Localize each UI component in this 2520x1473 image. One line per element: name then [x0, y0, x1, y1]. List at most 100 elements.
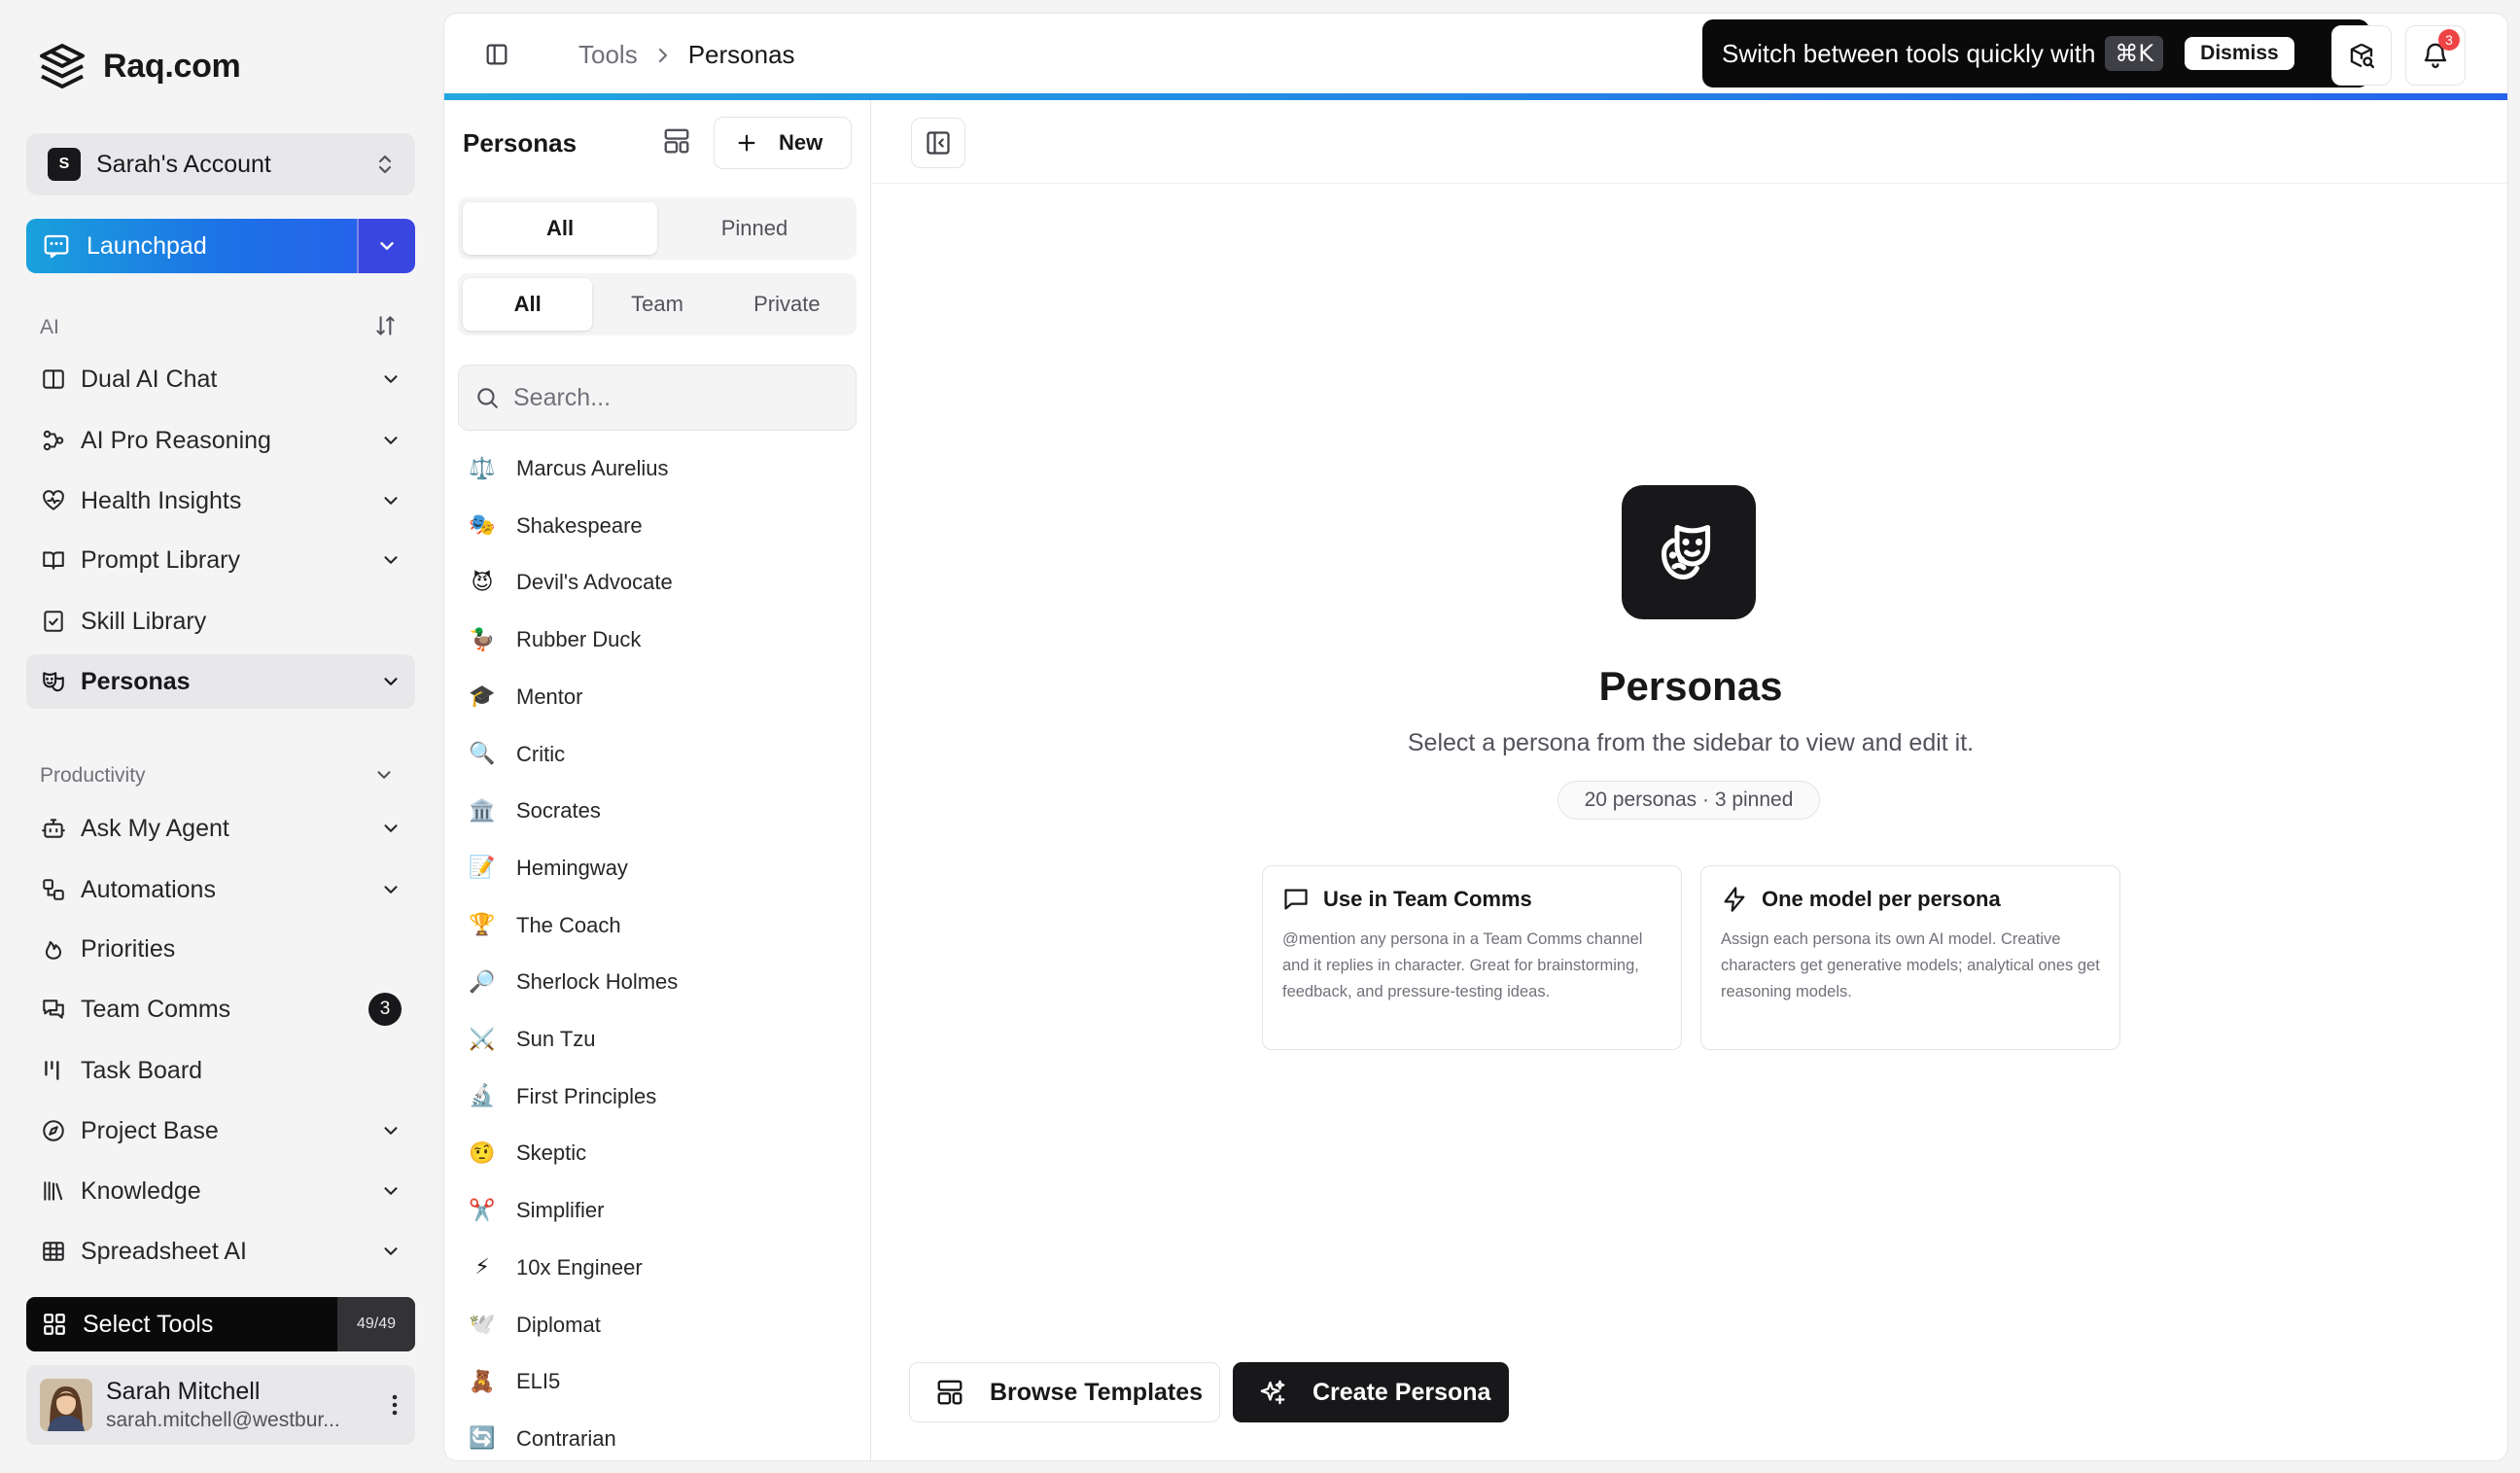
browse-templates-label: Browse Templates: [990, 1378, 1204, 1406]
dismiss-button[interactable]: Dismiss: [2185, 37, 2294, 70]
persona-list-item[interactable]: 🦆 Rubber Duck: [468, 615, 857, 664]
filter-pinned[interactable]: Pinned: [657, 202, 852, 255]
persona-list-item[interactable]: 🏛️ Socrates: [468, 787, 857, 835]
persona-list-item[interactable]: ⚡ 10x Engineer: [468, 1244, 857, 1292]
account-initial: S: [48, 148, 81, 181]
unread-count-badge: 3: [368, 993, 402, 1026]
sort-icon[interactable]: [373, 313, 399, 338]
sidebar-item-label: Priorities: [81, 934, 176, 963]
collapse-list-button[interactable]: [911, 118, 965, 168]
avatar: [40, 1379, 92, 1431]
persona-name: 10x Engineer: [516, 1254, 643, 1280]
persona-list-item[interactable]: 🎓 Mentor: [468, 673, 857, 721]
account-switcher[interactable]: S Sarah's Account: [26, 133, 415, 195]
create-persona-button[interactable]: Create Persona: [1233, 1362, 1509, 1422]
persona-list-item[interactable]: 🔄 Contrarian: [468, 1415, 857, 1460]
filter-all[interactable]: All: [463, 202, 657, 255]
sidebar-item-team-comms[interactable]: Team Comms 3: [26, 982, 415, 1036]
sidebar: Raq.com S Sarah's Account Launchpad AI D…: [0, 0, 442, 1473]
sidebar-item-ai-pro-reasoning[interactable]: AI Pro Reasoning: [26, 413, 415, 468]
sidebar-item-label: Team Comms: [81, 995, 231, 1023]
persona-list-item[interactable]: 🧸 ELI5: [468, 1357, 857, 1406]
sidebar-item-priorities[interactable]: Priorities: [26, 922, 415, 976]
persona-list-item[interactable]: 🔍 Critic: [468, 730, 857, 779]
persona-name: Contrarian: [516, 1425, 616, 1451]
new-label: New: [779, 130, 823, 155]
search-icon: [474, 385, 500, 410]
persona-list-item[interactable]: ⚔️ Sun Tzu: [468, 1015, 857, 1064]
chevron-down-icon: [380, 368, 402, 390]
section-label-ai: AI: [40, 316, 59, 338]
grid-icon: [42, 1312, 67, 1337]
persona-emoji: 🔬: [469, 1084, 496, 1109]
browse-templates-button[interactable]: Browse Templates: [909, 1362, 1220, 1422]
chevron-down-icon: [380, 879, 402, 900]
account-name: Sarah's Account: [96, 150, 271, 178]
sidebar-item-label: Health Insights: [81, 486, 242, 514]
launchpad-dropdown-button[interactable]: [357, 219, 415, 273]
toggle-sidebar-icon[interactable]: [483, 41, 510, 68]
persona-name: Simplifier: [516, 1198, 605, 1223]
sidebar-item-dual-ai-chat[interactable]: Dual AI Chat: [26, 352, 415, 406]
persona-list-item[interactable]: ⚖️ Marcus Aurelius: [468, 444, 857, 493]
card-title: Use in Team Comms: [1323, 887, 1532, 911]
persona-emoji: 🦆: [469, 627, 496, 652]
persona-name: Shakespeare: [516, 512, 643, 538]
persona-emoji: ⚔️: [469, 1027, 496, 1052]
persona-list-item[interactable]: 🎭 Shakespeare: [468, 502, 857, 550]
columns-icon: [40, 367, 67, 392]
chevron-up-down-icon: [374, 152, 396, 177]
user-profile[interactable]: Sarah Mitchell sarah.mitchell@westbur...: [26, 1365, 415, 1445]
persona-list-item[interactable]: 🤨 Skeptic: [468, 1129, 857, 1177]
chevron-down-icon: [380, 818, 402, 839]
empty-state-title: Personas: [1598, 663, 1783, 709]
breadcrumb-tools[interactable]: Tools: [578, 40, 638, 70]
app-logo[interactable]: Raq.com: [35, 39, 241, 93]
more-vertical-icon[interactable]: [388, 1391, 402, 1419]
filter-scope-all[interactable]: All: [463, 278, 593, 331]
select-tools-button[interactable]: Select Tools 49/49: [26, 1297, 415, 1351]
persona-list-item[interactable]: 🏆 The Coach: [468, 901, 857, 950]
sidebar-item-prompt-library[interactable]: Prompt Library: [26, 533, 415, 587]
sidebar-item-knowledge[interactable]: Knowledge: [26, 1164, 415, 1218]
persona-emoji: ✂️: [469, 1198, 496, 1223]
persona-list-item[interactable]: 📝 Hemingway: [468, 844, 857, 893]
persona-emoji: 🔎: [469, 969, 496, 995]
sidebar-item-task-board[interactable]: Task Board: [26, 1043, 415, 1098]
chevron-down-icon: [380, 671, 402, 692]
sidebar-item-ask-my-agent[interactable]: Ask My Agent: [26, 801, 415, 856]
sidebar-item-personas[interactable]: Personas: [26, 654, 415, 709]
persona-name: Critic: [516, 741, 566, 766]
sidebar-item-health-insights[interactable]: Health Insights: [26, 473, 415, 528]
search-input[interactable]: [513, 383, 824, 412]
shapes-icon: [40, 877, 67, 902]
persona-name: Sherlock Holmes: [516, 969, 679, 995]
create-persona-label: Create Persona: [1312, 1378, 1491, 1406]
chevron-down-icon[interactable]: [373, 764, 395, 786]
tools-switcher-button[interactable]: [2331, 25, 2392, 86]
persona-list-item[interactable]: 🔎 Sherlock Holmes: [468, 958, 857, 1006]
persona-hero-icon: [1622, 485, 1756, 619]
layout-template-icon[interactable]: [662, 126, 691, 156]
persona-list-item[interactable]: ✂️ Simplifier: [468, 1186, 857, 1235]
filter-private[interactable]: Private: [722, 278, 852, 331]
scope-filter: All Team Private: [458, 273, 857, 335]
sidebar-item-automations[interactable]: Automations: [26, 862, 415, 917]
chevron-down-icon: [376, 235, 398, 257]
new-persona-button[interactable]: New: [714, 117, 852, 169]
notification-count-badge: 3: [2438, 29, 2460, 51]
persona-list-item[interactable]: 🔬 First Principles: [468, 1072, 857, 1121]
persona-emoji: ⚡: [474, 1255, 490, 1280]
sidebar-item-skill-library[interactable]: Skill Library: [26, 594, 415, 649]
persona-list-item[interactable]: 😈 Devil's Advocate: [468, 558, 857, 607]
panel-left-close-icon: [925, 129, 952, 157]
sidebar-item-label: Knowledge: [81, 1176, 201, 1205]
workflow-icon: [40, 428, 67, 453]
filter-team[interactable]: Team: [592, 278, 721, 331]
launchpad-button[interactable]: Launchpad: [26, 219, 357, 273]
sidebar-item-spreadsheet-ai[interactable]: Spreadsheet AI: [26, 1224, 415, 1279]
pin-filter: All Pinned: [458, 197, 857, 260]
sidebar-item-project-base[interactable]: Project Base: [26, 1104, 415, 1158]
notifications-button[interactable]: 3: [2405, 25, 2466, 86]
persona-list-item[interactable]: 🕊️ Diplomat: [468, 1301, 857, 1350]
